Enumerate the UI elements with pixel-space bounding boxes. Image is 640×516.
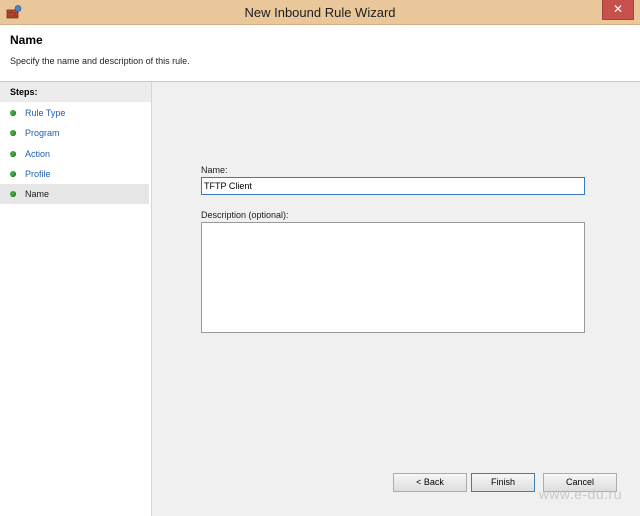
finish-button[interactable]: Finish: [471, 473, 535, 492]
step-status-dot-icon: [10, 171, 16, 177]
step-name[interactable]: Name: [0, 184, 149, 204]
name-label: Name:: [201, 165, 228, 175]
step-status-dot-icon: [10, 130, 16, 136]
step-rule-type[interactable]: Rule Type: [0, 103, 149, 123]
step-label: Program: [25, 128, 60, 138]
steps-panel: Steps: Rule Type Program Action Profile …: [0, 82, 152, 516]
back-button[interactable]: < Back: [393, 473, 467, 492]
step-action[interactable]: Action: [0, 144, 149, 164]
step-program[interactable]: Program: [0, 123, 149, 143]
step-label: Rule Type: [25, 108, 66, 118]
step-label: Action: [25, 149, 51, 159]
page-subtitle: Specify the name and description of this…: [10, 56, 190, 66]
step-status-dot-icon: [10, 151, 16, 157]
step-profile[interactable]: Profile: [0, 164, 149, 184]
wizard-header: Name Specify the name and description of…: [0, 25, 640, 82]
title-bar: New Inbound Rule Wizard ✕: [0, 0, 640, 25]
window-title: New Inbound Rule Wizard: [244, 5, 396, 20]
name-input[interactable]: [201, 177, 585, 195]
description-textarea[interactable]: [201, 222, 585, 333]
steps-header: Steps:: [0, 82, 151, 102]
watermark: www.e-du.ru: [538, 486, 622, 502]
steps-title: Steps:: [10, 87, 38, 97]
description-label: Description (optional):: [201, 210, 289, 220]
page-title: Name: [10, 33, 43, 47]
step-status-dot-icon: [10, 110, 16, 116]
step-status-dot-icon: [10, 191, 16, 197]
step-label: Name: [25, 189, 50, 199]
step-label: Profile: [25, 169, 51, 179]
close-button[interactable]: ✕: [602, 0, 634, 20]
